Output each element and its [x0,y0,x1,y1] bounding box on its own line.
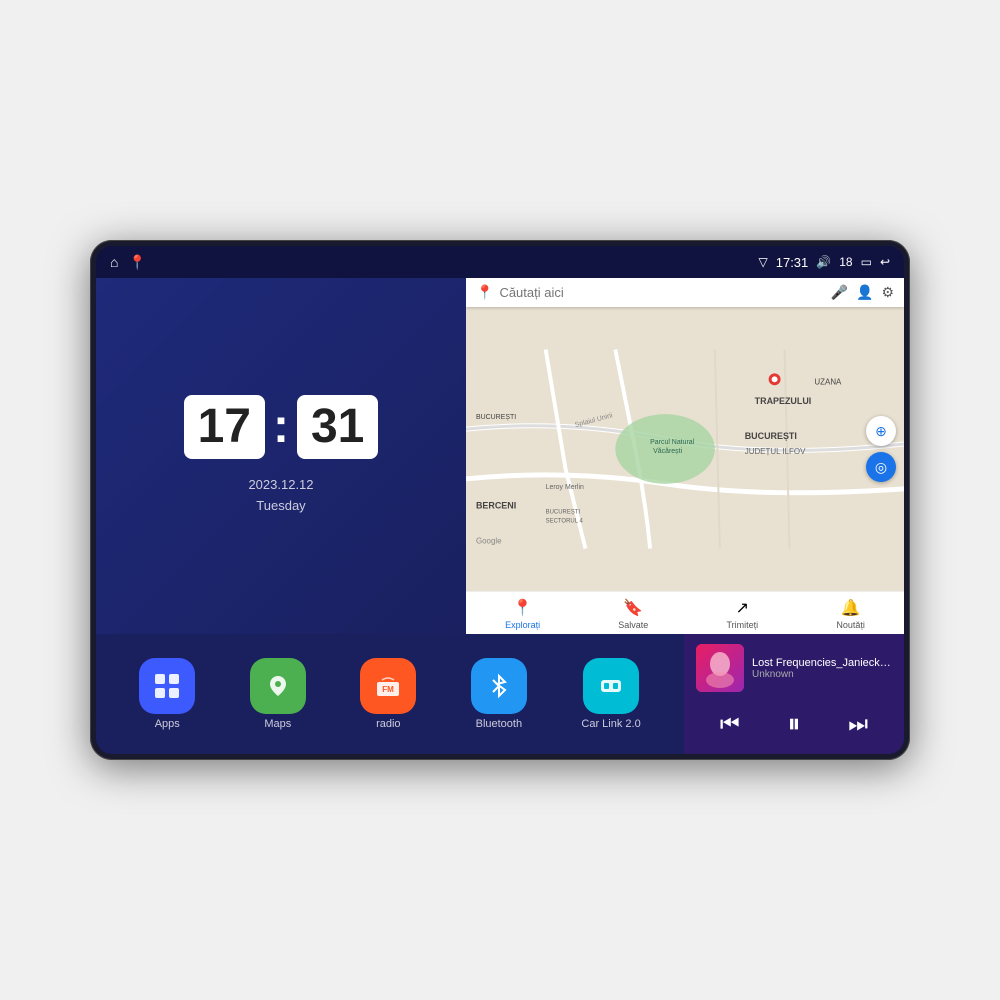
svg-text:TRAPEZULUI: TRAPEZULUI [755,396,812,406]
clock-hour: 17 [198,403,251,451]
app-item-maps[interactable]: Maps [250,658,306,730]
play-pause-button[interactable]: ⏸ [779,704,808,744]
music-text: Lost Frequencies_Janieck Devy-... Unknow… [752,657,892,680]
map-body[interactable]: Parcul Natural Văcărești TRAPEZULUI BUCU… [466,307,904,591]
svg-text:SECTORUL 4: SECTORUL 4 [546,519,584,525]
back-icon[interactable]: ↩ [880,255,890,269]
apps-label: Apps [155,718,180,730]
account-icon[interactable]: 👤 [856,284,873,301]
top-section: 17 : 31 2023.12.12 Tuesday [96,278,904,634]
music-title: Lost Frequencies_Janieck Devy-... [752,657,892,669]
svg-text:BUCUREȘTI: BUCUREȘTI [476,414,516,421]
map-search-input[interactable] [499,285,824,300]
carlink-label: Car Link 2.0 [581,718,640,730]
news-icon: 🔔 [841,598,861,618]
svg-text:Leroy Merlin: Leroy Merlin [546,484,584,491]
battery-icon: ▭ [861,255,872,269]
device: ⌂ 📍 ▽ 17:31 🔊 18 ▭ ↩ 17 [90,240,910,760]
svg-text:JUDEȚUL ILFOV: JUDEȚUL ILFOV [745,447,806,456]
saved-label: Salvate [618,620,648,630]
svg-text:Văcărești: Văcărești [653,448,682,455]
next-button[interactable]: ⏭ [840,707,876,741]
music-panel: Lost Frequencies_Janieck Devy-... Unknow… [684,634,904,754]
status-left: ⌂ 📍 [110,254,146,271]
explore-label: Explorați [505,620,540,630]
map-send-tab[interactable]: ↗ Trimiteți [727,598,759,630]
svg-text:Google: Google [476,537,502,546]
clock-panel: 17 : 31 2023.12.12 Tuesday [96,278,466,634]
svg-text:BUCUREȘTI: BUCUREȘTI [546,510,581,516]
bluetooth-icon [471,658,527,714]
mic-icon[interactable]: 🎤 [831,284,848,301]
map-explore-tab[interactable]: 📍 Explorați [505,598,540,630]
send-icon: ↗ [736,598,749,618]
bluetooth-label: Bluetooth [476,718,522,730]
map-svg: Parcul Natural Văcărești TRAPEZULUI BUCU… [466,307,904,591]
map-footer: 📍 Explorați 🔖 Salvate ↗ Trimiteți 🔔 [466,591,904,634]
clock-colon: : [273,403,289,451]
clock-display: 17 : 31 [184,395,379,459]
apps-row: Apps Maps [96,634,684,754]
clock-date: 2023.12.12 Tuesday [248,475,313,517]
status-right: ▽ 17:31 🔊 18 ▭ ↩ [759,255,891,270]
app-item-bluetooth[interactable]: Bluetooth [471,658,527,730]
clock-day: Tuesday [248,496,313,517]
status-bar: ⌂ 📍 ▽ 17:31 🔊 18 ▭ ↩ [96,246,904,278]
svg-text:Parcul Natural: Parcul Natural [650,439,695,446]
apps-icon [139,658,195,714]
send-label: Trimiteți [727,620,759,630]
svg-text:BERCENI: BERCENI [476,501,516,511]
music-controls: ⏮ ⏸ ⏭ [696,704,892,744]
map-saved-tab[interactable]: 🔖 Salvate [618,598,648,630]
clock-hour-block: 17 [184,395,265,459]
radio-icon: FM [360,658,416,714]
more-icon[interactable]: ⚙ [881,284,894,301]
volume-icon: 🔊 [816,255,831,269]
explore-icon: 📍 [513,598,533,618]
saved-icon: 🔖 [623,598,643,618]
screen: ⌂ 📍 ▽ 17:31 🔊 18 ▭ ↩ 17 [96,246,904,754]
map-header: 📍 🎤 👤 ⚙ [466,278,904,307]
app-item-radio[interactable]: FM radio [360,658,416,730]
map-news-tab[interactable]: 🔔 Noutăți [836,598,865,630]
music-thumbnail [696,644,744,692]
radio-label: radio [376,718,400,730]
svg-text:FM: FM [383,685,395,694]
svg-text:UZANA: UZANA [814,377,842,386]
location-icon[interactable]: ◎ [866,452,896,482]
carlink-icon [583,658,639,714]
app-item-carlink[interactable]: Car Link 2.0 [581,658,640,730]
app-item-apps[interactable]: Apps [139,658,195,730]
clock-minute: 31 [311,403,364,451]
main-area: 17 : 31 2023.12.12 Tuesday [96,278,904,754]
music-info: Lost Frequencies_Janieck Devy-... Unknow… [696,644,892,692]
map-controls: ⊕ ◎ [866,416,896,482]
battery-level: 18 [839,255,852,269]
map-header-icons: 🎤 👤 ⚙ [831,284,894,301]
maps-status-icon[interactable]: 📍 [128,254,145,271]
clock-date-value: 2023.12.12 [248,475,313,496]
map-pin-icon: 📍 [476,284,493,301]
clock-minute-block: 31 [297,395,378,459]
svg-text:BUCUREȘTI: BUCUREȘTI [745,431,797,441]
status-time: 17:31 [776,255,809,270]
music-artist: Unknown [752,669,892,680]
music-cover-art [696,644,744,692]
news-label: Noutăți [836,620,865,630]
map-panel[interactable]: 📍 🎤 👤 ⚙ [466,278,904,634]
bottom-section: Apps Maps [96,634,904,754]
home-icon[interactable]: ⌂ [110,254,118,270]
maps-label: Maps [264,718,291,730]
compass-icon[interactable]: ⊕ [866,416,896,446]
signal-icon: ▽ [759,255,768,269]
maps-icon [250,658,306,714]
prev-button[interactable]: ⏮ [712,707,748,741]
